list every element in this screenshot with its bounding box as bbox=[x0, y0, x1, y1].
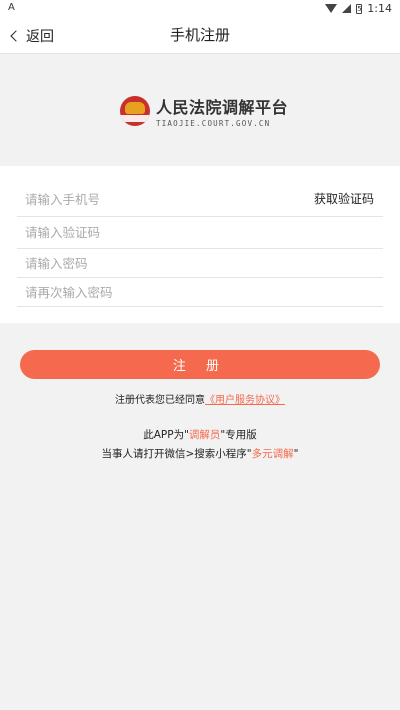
handshake-emblem-icon bbox=[120, 96, 150, 126]
password-field-row bbox=[17, 249, 383, 278]
logo-title: 人民法院调解平台 bbox=[156, 98, 289, 117]
notice-highlight: 调解员 bbox=[188, 429, 221, 441]
notice-line-2: 当事人请打开微信>搜索小程序"多元调解" bbox=[0, 445, 400, 464]
logo-subtitle: TIAOJIE.COURT.GOV.CN bbox=[156, 119, 271, 128]
phone-input[interactable] bbox=[17, 182, 297, 216]
nav-bar: 返回 手机注册 bbox=[0, 17, 400, 54]
notice-text: "专用版 bbox=[220, 429, 257, 441]
phone-field-row: 获取验证码 bbox=[17, 182, 383, 217]
page-title: 手机注册 bbox=[169, 26, 230, 44]
logo-area: 人民法院调解平台 TIAOJIE.COURT.GOV.CN bbox=[0, 54, 400, 166]
register-form: 获取验证码 bbox=[0, 166, 400, 323]
court-logo: 人民法院调解平台 TIAOJIE.COURT.GOV.CN bbox=[120, 94, 288, 128]
password-input[interactable] bbox=[17, 249, 383, 277]
signal-icon bbox=[342, 4, 352, 13]
agreement-text: 注册代表您已经同意《用户服务协议》 bbox=[0, 391, 400, 406]
notification-icon: A bbox=[8, 2, 15, 13]
confirm-password-field-row bbox=[17, 278, 383, 307]
wifi-icon bbox=[325, 4, 338, 13]
code-field-row bbox=[17, 217, 383, 249]
app-notice: 此APP为"调解员"专用版 当事人请打开微信>搜索小程序"多元调解" bbox=[0, 426, 400, 464]
register-button[interactable]: 注 册 bbox=[20, 350, 380, 379]
notice-text: 当事人请打开微信>搜索小程序" bbox=[101, 448, 252, 460]
notice-text: " bbox=[293, 448, 299, 460]
status-bar: A 5 1:14 bbox=[0, 0, 400, 17]
agreement-prefix: 注册代表您已经同意 bbox=[115, 395, 205, 406]
notice-line-1: 此APP为"调解员"专用版 bbox=[0, 426, 400, 445]
status-time: 1:14 bbox=[367, 2, 392, 15]
user-agreement-link[interactable]: 《用户服务协议》 bbox=[205, 395, 285, 406]
confirm-password-input[interactable] bbox=[17, 278, 383, 306]
battery-icon: 5 bbox=[356, 3, 363, 14]
get-code-button[interactable]: 获取验证码 bbox=[314, 182, 374, 217]
verification-code-input[interactable] bbox=[17, 217, 383, 248]
notice-text: 此APP为" bbox=[143, 429, 189, 441]
notice-highlight: 多元调解 bbox=[251, 448, 294, 460]
